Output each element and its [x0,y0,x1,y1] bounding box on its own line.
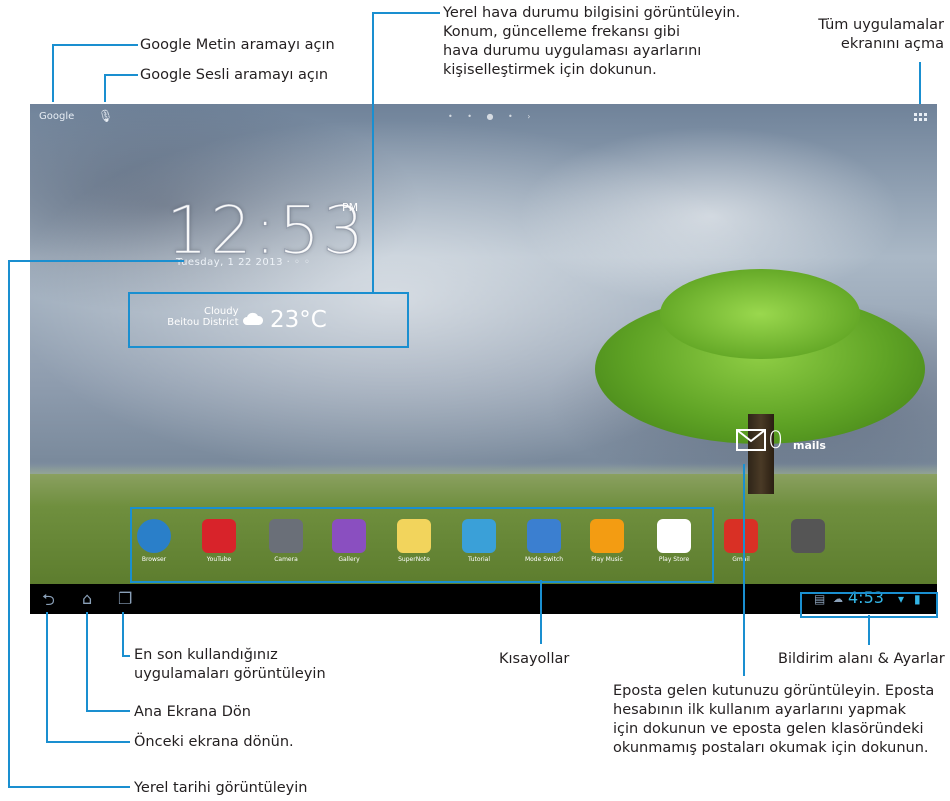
callout-all-apps-line-1: Tüm uygulamalar [818,17,944,33]
callout-local-date: Yerel tarihi görüntüleyin [134,780,308,796]
callout-line [122,612,124,656]
callout-line [540,580,542,644]
callout-line [52,44,138,46]
callout-line [8,786,130,788]
callout-notification: Bildirim alanı & Ayarlar [778,651,945,667]
callout-line [46,612,48,742]
callout-weather: Yerel hava durumu bilgisini görüntüleyin… [443,4,740,80]
callout-email-line-1: Eposta gelen kutunuzu görüntüleyin. Epos… [613,683,935,699]
callout-weather-line-2: Konum, güncelleme frekansı gibi [443,24,681,40]
gmail-icon[interactable] [724,519,758,553]
app-icon[interactable] [791,519,825,553]
all-apps-icon[interactable] [914,113,928,123]
callout-line [86,710,130,712]
callout-google-voice-search: Google Sesli aramayı açın [140,67,329,83]
callout-line [104,74,138,76]
callout-recent-apps-line-1: En son kullandığınız [134,647,278,663]
callout-home: Ana Ekrana Dön [134,704,251,720]
callout-all-apps: Tüm uygulamalar ekranını açma [792,16,944,54]
email-label: mails [793,439,826,452]
microphone-icon[interactable]: 🎙 [98,109,113,123]
callout-email-line-2: hesabının ilk kullanım ayarlarını yapmak [613,702,907,718]
callout-weather-line-3: hava durumu uygulaması ayarlarını [443,43,702,59]
dock-label: Gmail [732,556,750,563]
callout-shortcuts: Kısayollar [499,651,570,667]
callout-email-line-3: için dokunun ve eposta gelen klasöründek… [613,721,924,737]
email-count: 0 [768,426,784,454]
callout-back: Önceki ekrana dönün. [134,734,294,750]
callout-line [743,464,745,676]
callout-line [122,655,130,657]
recent-apps-icon[interactable]: ❐ [118,589,132,608]
clock-date[interactable]: Tuesday, 1 22 2013 · ◦ ◦ [176,257,310,268]
clock-ampm: PM [342,201,359,214]
shortcuts-highlight-box [130,507,714,583]
wallpaper-tree-crown-top [660,269,860,359]
callout-line [46,741,130,743]
callout-email: Eposta gelen kutunuzu görüntüleyin. Epos… [613,682,934,758]
callout-line [8,260,10,787]
callout-line [868,615,870,645]
callout-recent-apps-line-2: uygulamaları görüntüleyin [134,666,326,682]
home-icon[interactable]: ⌂ [82,589,92,608]
callout-line [372,12,374,292]
callout-line [86,612,88,711]
callout-line [919,62,921,104]
callout-google-text-search: Google Metin aramayı açın [140,37,335,53]
callout-weather-line-4: kişiselleştirmek için dokunun. [443,62,657,78]
page-indicator: • • ● • › [448,112,537,121]
google-search-button[interactable]: Google [39,111,74,122]
callout-weather-line-1: Yerel hava durumu bilgisini görüntüleyin… [443,5,741,21]
back-icon[interactable]: ⮌ [42,589,55,614]
callout-line [104,74,106,102]
envelope-icon [736,429,766,451]
callout-line [52,44,54,102]
callout-line [8,260,184,262]
email-widget[interactable]: 0 mails [736,426,826,455]
weather-highlight-box [128,292,409,348]
callout-line [372,12,440,14]
callout-email-line-4: okunmamış postaları okumak için dokunun. [613,740,929,756]
callout-recent-apps: En son kullandığınız uygulamaları görünt… [134,646,326,684]
callout-all-apps-line-2: ekranını açma [840,36,944,52]
